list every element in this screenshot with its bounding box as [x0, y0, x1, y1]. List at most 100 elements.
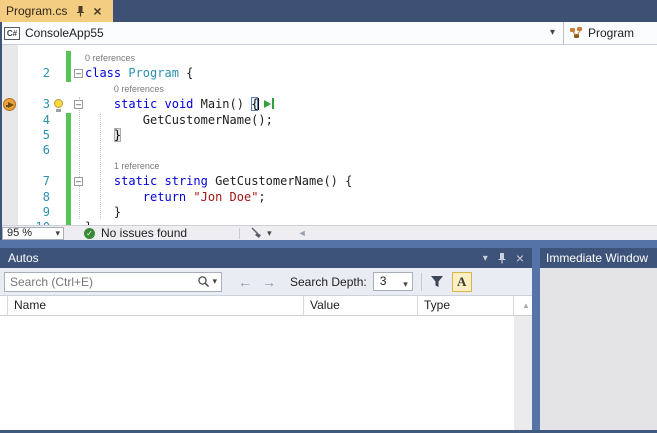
search-box[interactable]: ▾ [4, 272, 222, 292]
text-visualizer-toggle[interactable]: A [452, 272, 472, 292]
editor-navigation-bar: C# ConsoleApp55 ▾ Program [0, 22, 657, 45]
close-icon[interactable]: × [516, 252, 524, 264]
immediate-window-body[interactable] [540, 248, 657, 430]
window-position-icon[interactable]: ▾ [483, 253, 488, 264]
code-line[interactable]: 5 } [0, 128, 657, 143]
codelens-references-link[interactable]: 1 reference [114, 159, 160, 174]
tracked-change-bar [66, 143, 71, 158]
code-token: { [251, 97, 258, 111]
text-caret [258, 98, 259, 110]
search-depth-value: 3 [380, 274, 387, 288]
line-number[interactable]: 2 [0, 66, 50, 81]
code-token: Main() [193, 97, 251, 111]
project-dropdown[interactable]: C# ConsoleApp55 ▾ [0, 22, 563, 44]
type-dropdown[interactable]: Program [563, 22, 657, 44]
autos-title: Autos [8, 251, 483, 265]
close-icon[interactable]: × [93, 5, 101, 17]
column-header-type[interactable]: Type [418, 296, 514, 315]
divider [239, 228, 240, 239]
code-line[interactable]: 6 [0, 143, 657, 158]
code-token [85, 190, 143, 204]
line-number[interactable]: 9 [0, 205, 50, 220]
chevron-down-icon[interactable]: ▾ [267, 228, 272, 239]
scroll-up-icon[interactable]: ▲ [514, 296, 532, 315]
line-number[interactable]: 5 [0, 128, 50, 143]
code-line[interactable]: 7– static string GetCustomerName() { [0, 174, 657, 189]
autos-titlebar[interactable]: Autos ▾ × [0, 248, 532, 268]
code-token [85, 128, 114, 142]
tracked-change-bar [66, 205, 71, 220]
line-number[interactable]: 7 [0, 174, 50, 189]
divider [421, 273, 422, 291]
code-editor[interactable]: 0 references2–class Program {0 reference… [0, 45, 657, 225]
code-line[interactable]: 2–class Program { [0, 66, 657, 81]
health-status-text[interactable]: No issues found [101, 226, 187, 240]
code-cleanup-icon[interactable] [250, 227, 263, 239]
pin-icon[interactable] [497, 252, 507, 264]
code-line[interactable]: 9 } [0, 205, 657, 220]
code-token: } [85, 205, 121, 219]
search-icon[interactable] [197, 275, 210, 288]
line-number[interactable]: 6 [0, 143, 50, 158]
code-token: void [165, 97, 194, 111]
code-line[interactable]: 8 return "Jon Doe"; [0, 190, 657, 205]
codelens-references-link[interactable]: 0 references [114, 82, 164, 97]
tab-program-cs[interactable]: Program.cs × [0, 0, 113, 22]
column-header-value[interactable]: Value [304, 296, 418, 315]
pin-icon[interactable] [75, 5, 86, 17]
code-line[interactable]: 3 – static void Main() { [0, 97, 657, 112]
column-header-name[interactable]: Name [8, 296, 304, 315]
fold-collapse-toggle[interactable]: – [74, 69, 83, 78]
code-token: GetCustomerName(); [85, 113, 273, 127]
chevron-down-icon[interactable]: ▾ [550, 27, 555, 38]
csharp-project-icon: C# [4, 27, 20, 40]
code-token: "Jon Doe" [193, 190, 258, 204]
search-forward-icon[interactable]: → [262, 274, 276, 290]
health-check-icon[interactable]: ✓ [84, 228, 95, 239]
search-back-icon[interactable]: ← [238, 274, 252, 290]
code-text: } [85, 128, 121, 143]
chevron-down-icon[interactable]: ▾ [212, 276, 217, 287]
code-token [157, 174, 164, 188]
zoom-value: 95 % [7, 227, 32, 239]
code-text: return "Jon Doe"; [85, 190, 266, 205]
code-text: static void Main() { [85, 97, 274, 112]
autos-grid-body[interactable] [0, 316, 514, 430]
tracked-change-bar [66, 113, 71, 128]
fold-collapse-toggle[interactable]: – [74, 177, 83, 186]
line-number[interactable]: 4 [0, 113, 50, 128]
filter-icon[interactable] [430, 275, 444, 288]
zoom-selector[interactable]: 95 % ▾ [2, 227, 64, 240]
codelens-row[interactable]: 0 references [0, 82, 657, 97]
chevron-down-icon: ▾ [55, 228, 60, 239]
search-depth-label: Search Depth: [290, 275, 367, 289]
horizontal-splitter[interactable] [0, 240, 657, 248]
codelens-row[interactable]: 1 reference [0, 159, 657, 174]
code-token: return [143, 190, 186, 204]
scroll-left-icon[interactable]: ◄ [298, 228, 307, 238]
line-number[interactable]: 3 [0, 97, 50, 112]
project-name: ConsoleApp55 [25, 26, 104, 40]
autos-grid-header: Name Value Type ▲ [0, 296, 532, 316]
immediate-titlebar[interactable]: Immediate Window [540, 248, 657, 268]
vertical-splitter[interactable] [532, 248, 540, 430]
lightbulb-icon[interactable] [54, 99, 65, 112]
code-token: ; [258, 190, 265, 204]
tracked-change-bar [66, 190, 71, 205]
fold-collapse-toggle[interactable]: – [74, 100, 83, 109]
codelens-references-link[interactable]: 0 references [85, 51, 135, 66]
line-number[interactable]: 8 [0, 190, 50, 205]
code-token: string [165, 174, 208, 188]
code-line[interactable]: 4 GetCustomerName(); [0, 113, 657, 128]
tracked-change-bar [66, 174, 71, 189]
tab-title: Program.cs [6, 4, 67, 18]
codelens-row[interactable]: 0 references [0, 51, 657, 66]
code-token: } [114, 128, 121, 142]
search-depth-selector[interactable]: 3 ▾ [373, 272, 413, 291]
code-token [85, 97, 114, 111]
run-to-click-icon[interactable] [264, 97, 274, 112]
search-input[interactable] [5, 275, 197, 289]
code-text: GetCustomerName(); [85, 113, 273, 128]
vertical-scrollbar[interactable] [514, 316, 532, 430]
vs-ide-window: Program.cs × C# ConsoleApp55 ▾ Program [0, 0, 657, 433]
